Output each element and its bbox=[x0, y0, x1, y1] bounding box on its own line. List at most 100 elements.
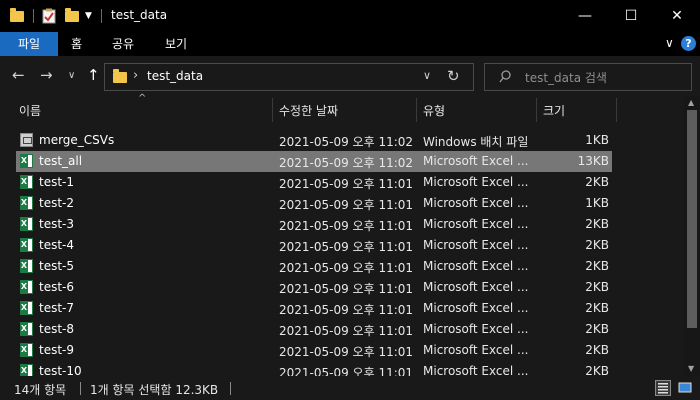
file-type: Microsoft Excel ... bbox=[423, 343, 529, 357]
file-date: 2021-05-09 오후 11:01 bbox=[279, 219, 414, 233]
file-size: 2KB bbox=[585, 217, 609, 231]
breadcrumb-separator: › bbox=[133, 68, 139, 83]
maximize-icon: ☐ bbox=[624, 8, 638, 24]
new-folder-icon[interactable] bbox=[65, 7, 79, 25]
file-row[interactable]: test-7 2021-05-09 오후 11:01 Microsoft Exc… bbox=[16, 298, 612, 319]
details-view-icon[interactable] bbox=[655, 380, 671, 396]
column-header-type[interactable]: 유형 bbox=[423, 102, 445, 119]
forward-arrow-icon[interactable]: → bbox=[40, 66, 53, 84]
recent-locations-icon[interactable]: ∨ bbox=[68, 70, 75, 81]
file-size: 2KB bbox=[585, 259, 609, 273]
scrollbar-thumb[interactable] bbox=[687, 110, 697, 328]
vertical-scrollbar[interactable]: ▲ ▼ bbox=[684, 96, 700, 376]
file-size: 2KB bbox=[585, 343, 609, 357]
file-type: Microsoft Excel ... bbox=[423, 175, 529, 189]
scroll-down-icon[interactable]: ▼ bbox=[688, 364, 694, 373]
excel-file-icon bbox=[20, 343, 33, 357]
excel-file-icon bbox=[20, 259, 33, 273]
file-name: test_all bbox=[39, 154, 83, 168]
large-icons-view-icon[interactable] bbox=[677, 380, 693, 396]
column-header-date[interactable]: 수정한 날짜 bbox=[279, 102, 338, 119]
column-divider[interactable] bbox=[272, 98, 273, 122]
file-date: 2021-05-09 오후 11:01 bbox=[279, 345, 414, 359]
excel-file-icon bbox=[20, 196, 33, 210]
status-bar: 14개 항목 1개 항목 선택함 12.3KB bbox=[0, 376, 700, 400]
search-input[interactable]: test_data 검색 bbox=[484, 63, 692, 91]
file-row[interactable]: test-1 2021-05-09 오후 11:01 Microsoft Exc… bbox=[16, 172, 612, 193]
excel-file-icon bbox=[20, 322, 33, 336]
column-divider[interactable] bbox=[536, 98, 537, 122]
file-name: test-6 bbox=[39, 280, 75, 294]
file-date: 2021-05-09 오후 11:02 bbox=[279, 135, 414, 149]
excel-file-icon bbox=[20, 301, 33, 315]
column-headers: ^ 이름 수정한 날짜 유형 크기 bbox=[0, 93, 690, 124]
file-size: 2KB bbox=[585, 322, 609, 336]
file-date: 2021-05-09 오후 11:01 bbox=[279, 324, 414, 338]
file-name: test-1 bbox=[39, 175, 75, 189]
breadcrumb-test-data[interactable]: test_data bbox=[147, 69, 203, 83]
maximize-button[interactable]: ☐ bbox=[608, 0, 654, 32]
search-icon bbox=[499, 70, 511, 83]
address-dropdown-icon[interactable]: ∨ bbox=[423, 69, 431, 82]
column-divider[interactable] bbox=[616, 98, 617, 122]
file-name: test-4 bbox=[39, 238, 75, 252]
column-header-name[interactable]: 이름 bbox=[19, 102, 41, 119]
file-type: Microsoft Excel ... bbox=[423, 154, 529, 168]
file-date: 2021-05-09 오후 11:01 bbox=[279, 198, 414, 212]
file-row-selected[interactable]: test_all 2021-05-09 오후 11:02 Microsoft E… bbox=[16, 151, 612, 172]
file-name: test-10 bbox=[39, 364, 82, 376]
refresh-icon[interactable]: ↻ bbox=[447, 67, 460, 85]
file-type: Microsoft Excel ... bbox=[423, 322, 529, 336]
file-name: test-9 bbox=[39, 343, 75, 357]
folder-icon bbox=[113, 69, 127, 83]
file-row[interactable]: test-8 2021-05-09 오후 11:01 Microsoft Exc… bbox=[16, 319, 612, 340]
customize-quick-access-icon[interactable]: ▼ bbox=[85, 7, 92, 25]
excel-file-icon bbox=[20, 217, 33, 231]
file-row[interactable]: test-3 2021-05-09 오후 11:01 Microsoft Exc… bbox=[16, 214, 612, 235]
file-size: 2KB bbox=[585, 238, 609, 252]
batch-file-icon bbox=[20, 133, 33, 147]
navigation-bar: ← → ∨ ↑ › test_data ∨ ↻ test_data 검색 bbox=[0, 56, 700, 96]
file-row[interactable]: test-5 2021-05-09 오후 11:01 Microsoft Exc… bbox=[16, 256, 612, 277]
file-name: test-7 bbox=[39, 301, 75, 315]
address-bar[interactable]: › test_data ∨ ↻ bbox=[104, 63, 474, 91]
title-bar: ▼ test_data — ☐ ✕ bbox=[0, 0, 700, 32]
file-row[interactable]: test-2 2021-05-09 오후 11:01 Microsoft Exc… bbox=[16, 193, 612, 214]
tab-view[interactable]: 보기 bbox=[165, 32, 187, 56]
minimize-icon: — bbox=[578, 8, 592, 24]
file-type: Microsoft Excel ... bbox=[423, 259, 529, 273]
item-count: 14개 항목 bbox=[14, 383, 67, 397]
file-date: 2021-05-09 오후 11:01 bbox=[279, 261, 414, 275]
help-icon[interactable]: ? bbox=[681, 36, 696, 51]
minimize-button[interactable]: — bbox=[562, 0, 608, 32]
file-date: 2021-05-09 오후 11:01 bbox=[279, 177, 414, 191]
back-arrow-icon[interactable]: ← bbox=[12, 66, 25, 84]
tab-home[interactable]: 홈 bbox=[71, 32, 82, 56]
expand-ribbon-icon[interactable]: ∨ bbox=[665, 36, 674, 50]
file-row[interactable]: test-6 2021-05-09 오후 11:01 Microsoft Exc… bbox=[16, 277, 612, 298]
divider bbox=[101, 9, 102, 23]
file-type: Windows 배치 파일 bbox=[423, 135, 529, 149]
tab-file[interactable]: 파일 bbox=[0, 32, 58, 56]
file-row[interactable]: test-10 2021-05-09 오후 11:01 Microsoft Ex… bbox=[16, 361, 612, 376]
file-row[interactable]: test-9 2021-05-09 오후 11:01 Microsoft Exc… bbox=[16, 340, 612, 361]
file-type: Microsoft Excel ... bbox=[423, 364, 529, 376]
file-date: 2021-05-09 오후 11:02 bbox=[279, 156, 414, 170]
file-date: 2021-05-09 오후 11:01 bbox=[279, 366, 414, 376]
file-size: 2KB bbox=[585, 364, 609, 376]
file-name: test-5 bbox=[39, 259, 75, 273]
file-type: Microsoft Excel ... bbox=[423, 301, 529, 315]
column-divider[interactable] bbox=[416, 98, 417, 122]
file-row[interactable]: test-4 2021-05-09 오후 11:01 Microsoft Exc… bbox=[16, 235, 612, 256]
tab-share[interactable]: 공유 bbox=[112, 32, 134, 56]
folder-icon bbox=[10, 7, 24, 25]
properties-icon[interactable] bbox=[42, 7, 56, 25]
up-arrow-icon[interactable]: ↑ bbox=[87, 66, 100, 84]
divider bbox=[230, 382, 231, 395]
file-row[interactable]: merge_CSVs 2021-05-09 오후 11:02 Windows 배… bbox=[16, 130, 612, 151]
excel-file-icon bbox=[20, 364, 33, 376]
column-header-size[interactable]: 크기 bbox=[543, 102, 565, 119]
scroll-up-icon[interactable]: ▲ bbox=[688, 98, 694, 107]
file-size: 1KB bbox=[585, 133, 609, 147]
close-button[interactable]: ✕ bbox=[654, 0, 700, 32]
